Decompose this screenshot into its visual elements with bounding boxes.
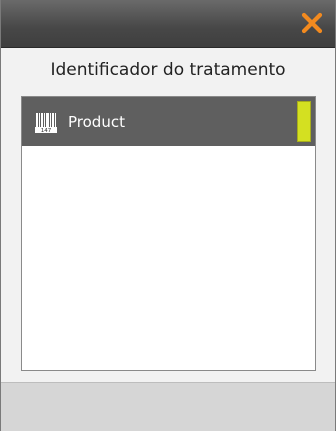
list-item-label: Product	[68, 112, 125, 131]
barcode-icon: 147	[34, 110, 58, 134]
close-button[interactable]	[297, 8, 327, 38]
selection-marker	[297, 101, 311, 142]
dialog-titlebar	[1, 0, 335, 48]
dialog-title: Identificador do tratamento	[50, 60, 286, 80]
treatment-id-list[interactable]: 147 Product	[21, 96, 316, 371]
list-item-product[interactable]: 147 Product	[22, 97, 315, 146]
svg-text:147: 147	[41, 128, 52, 134]
dialog: Identificador do tratamento 147 Product	[0, 0, 336, 431]
close-icon	[301, 12, 323, 34]
dialog-footer	[1, 382, 335, 431]
